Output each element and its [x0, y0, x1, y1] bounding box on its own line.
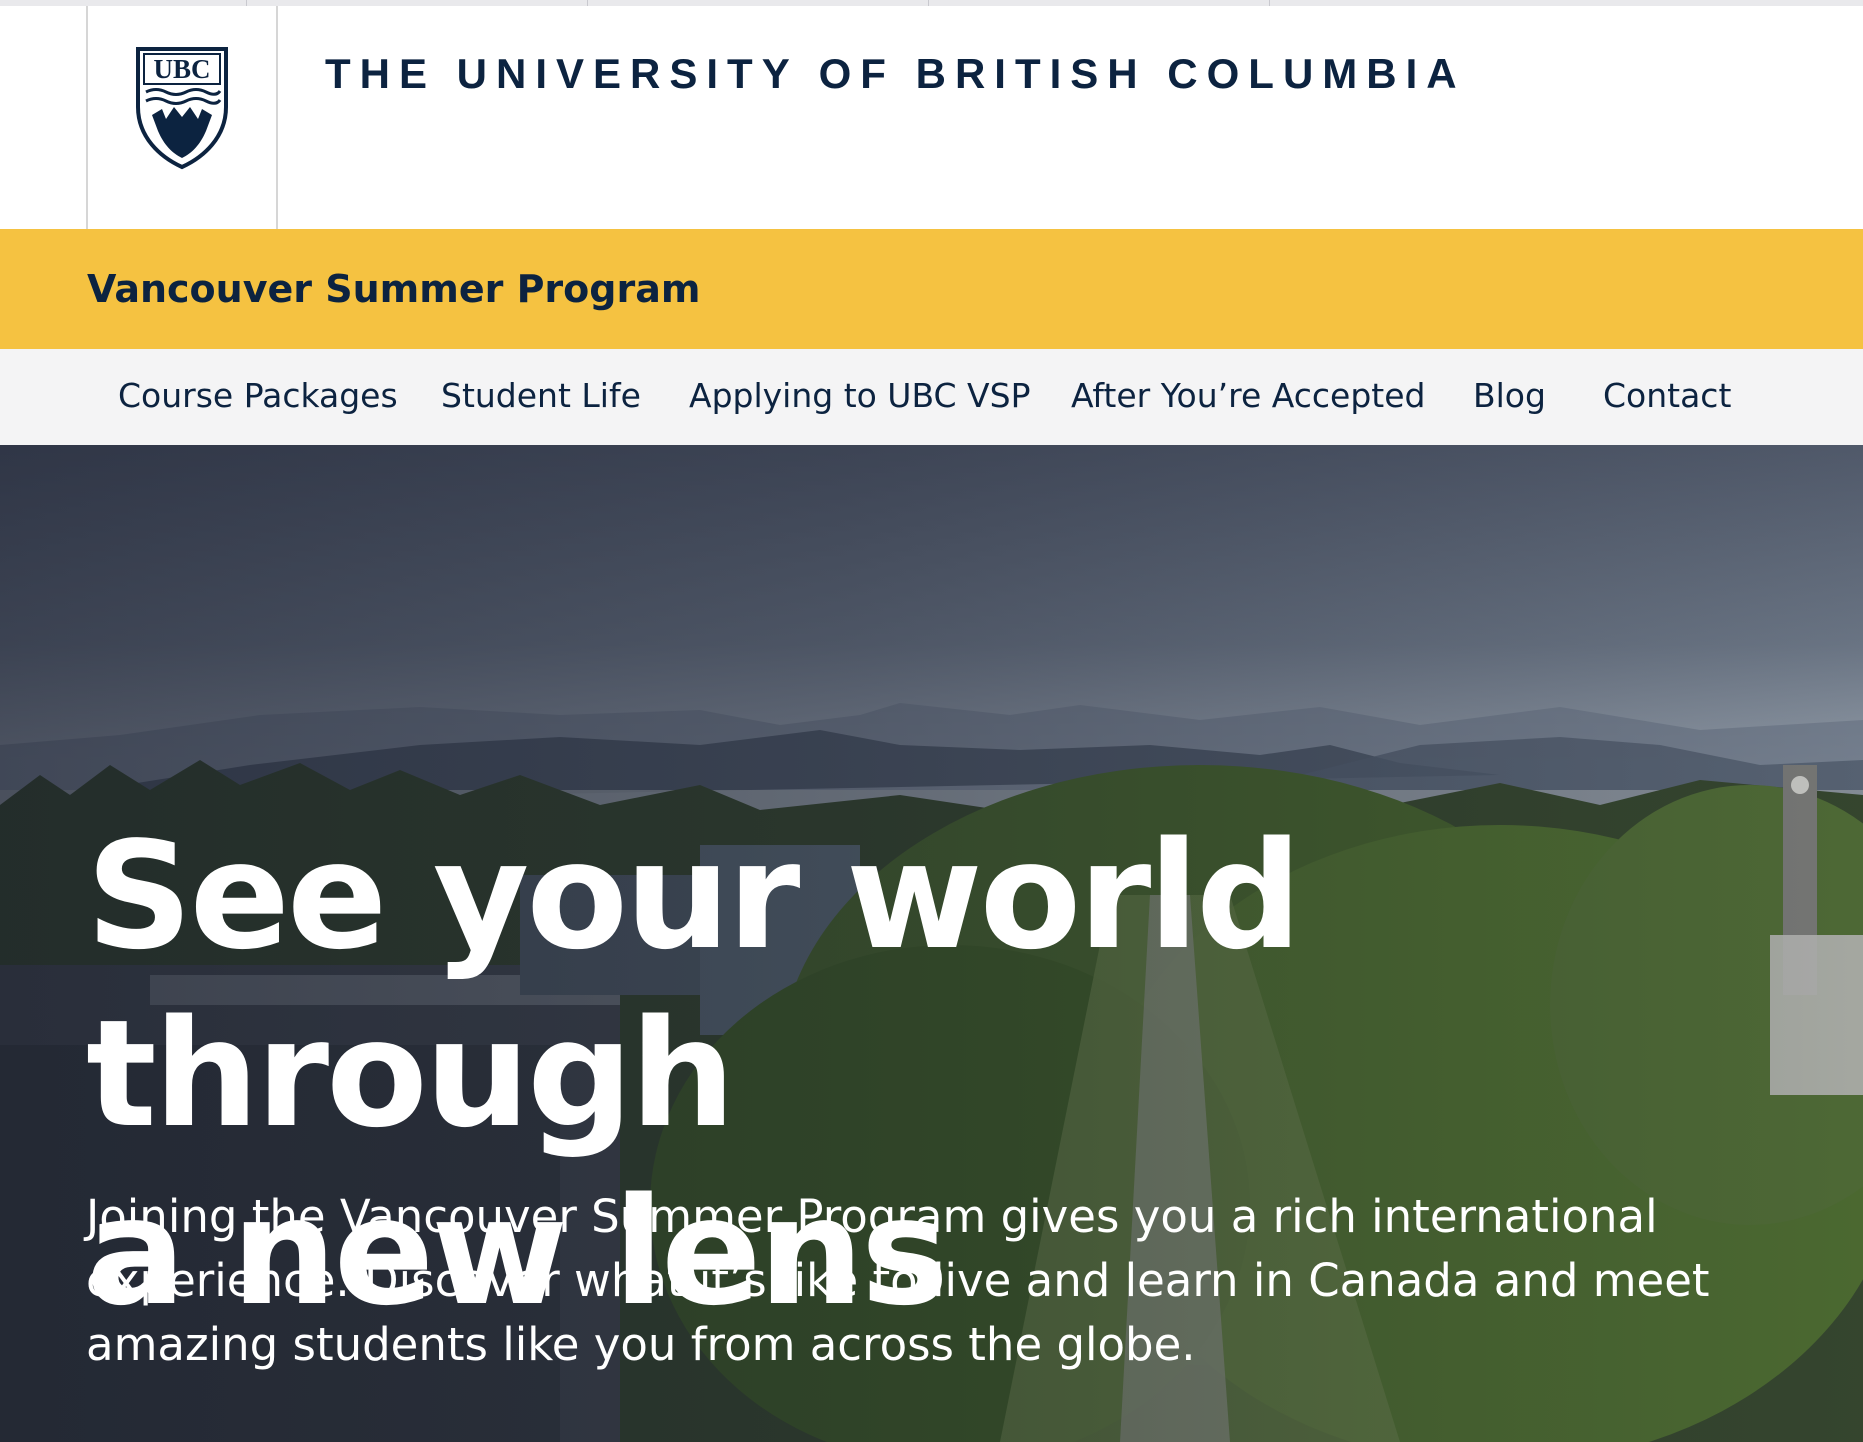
nav-item-applying[interactable]: Applying to UBC VSP — [689, 376, 1030, 415]
nav-item-contact[interactable]: Contact — [1603, 376, 1731, 415]
site-header: UBC THE UNIVERSITY OF BRITISH COLUMBIA — [0, 6, 1863, 229]
main-navigation: Course Packages Student Life Applying to… — [0, 349, 1863, 445]
nav-item-after-accepted[interactable]: After You’re Accepted — [1071, 376, 1425, 415]
nav-item-course-packages[interactable]: Course Packages — [118, 376, 398, 415]
ubc-crest-icon: UBC — [136, 46, 228, 169]
hero-section: See your world through a new lens Joinin… — [0, 445, 1863, 1442]
svg-text:UBC: UBC — [153, 54, 210, 84]
hero-headline-line-1: See your world through — [86, 810, 1302, 1160]
ubc-logo-link[interactable]: UBC — [86, 6, 278, 229]
nav-item-blog[interactable]: Blog — [1473, 376, 1546, 415]
hero-description: Joining the Vancouver Summer Program giv… — [86, 1190, 1710, 1371]
nav-item-student-life[interactable]: Student Life — [441, 376, 641, 415]
program-banner: Vancouver Summer Program — [0, 229, 1863, 349]
university-name: THE UNIVERSITY OF BRITISH COLUMBIA — [325, 50, 1466, 97]
page: UBC THE UNIVERSITY OF BRITISH COLUMBIA V… — [0, 0, 1863, 1442]
program-title-link[interactable]: Vancouver Summer Program — [87, 267, 700, 311]
